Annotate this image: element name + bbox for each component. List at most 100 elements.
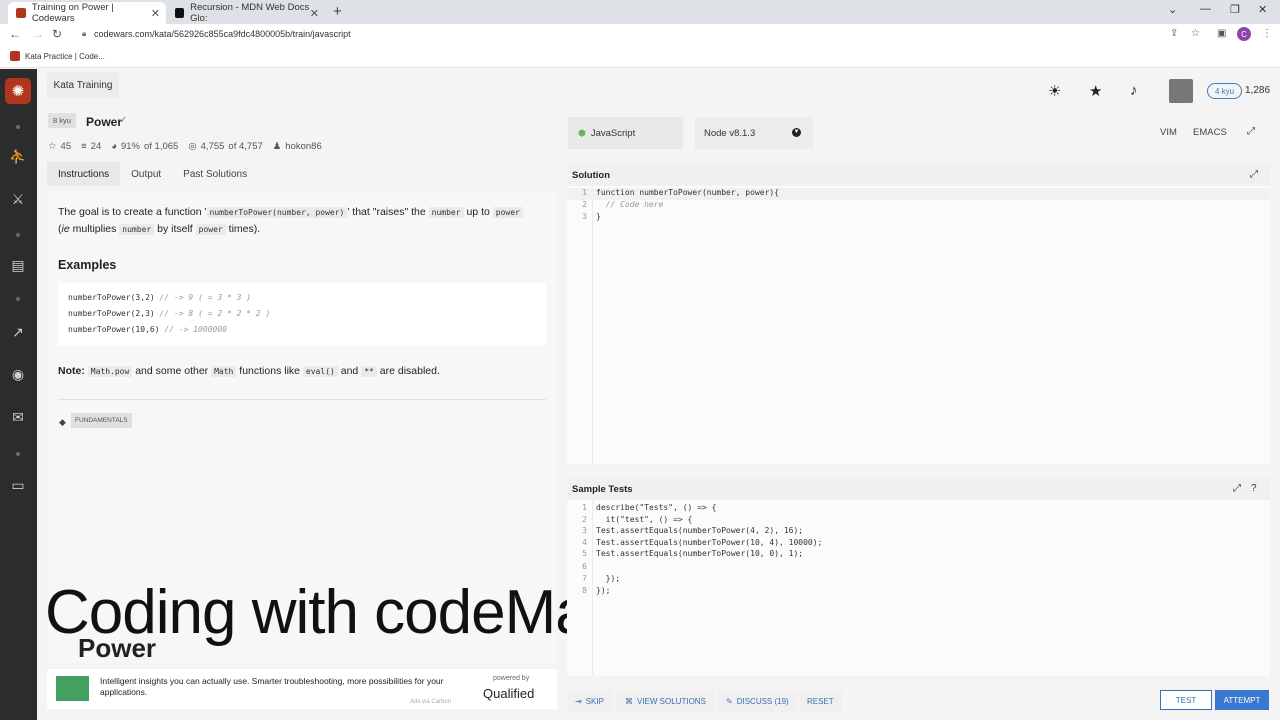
view-solutions-label: VIEW SOLUTIONS (637, 696, 706, 706)
carbon-ad[interactable]: Intelligent insights you can actually us… (47, 669, 557, 709)
collections-count: 24 (90, 141, 102, 152)
briefcase-icon[interactable]: ▤ (8, 255, 28, 275)
url-field[interactable]: codewars.com/kata/562926c855ca9fdc480000… (94, 29, 351, 39)
code-line[interactable]: 8}); (567, 586, 1270, 598)
inline-code: numberToPower(number, power) (206, 207, 348, 218)
code-line[interactable]: 4 Test.assertEquals(numberToPower(10, 4),… (567, 538, 1270, 550)
theme-sun-icon[interactable]: ☀ (1048, 82, 1061, 100)
tab-output[interactable]: Output (120, 162, 172, 186)
expand-icon[interactable]: ⤢ (1233, 483, 1241, 494)
codewars-favicon-icon (16, 8, 26, 18)
code-line[interactable]: 2 // Code here (567, 200, 1270, 212)
reset-label: RESET (807, 696, 834, 706)
practice-icon[interactable]: ⚔ (8, 189, 28, 209)
discuss-button[interactable]: ✎ DISCUSS (19) (718, 690, 797, 712)
code-line[interactable]: 1 function numberToPower(number, power){ (567, 188, 1270, 200)
line-number: 7 (582, 574, 587, 583)
note-line: Note: Math.pow and some other Math funct… (58, 363, 440, 380)
reset-button[interactable]: RESET (799, 690, 842, 712)
back-icon[interactable]: ← (9, 27, 21, 41)
discord-icon[interactable]: ◉ (8, 364, 28, 384)
solution-header: Solution (567, 164, 1270, 186)
language-select[interactable]: ⬢ JavaScript (568, 117, 683, 149)
tab-instructions[interactable]: Instructions (47, 162, 121, 186)
tag-fundamentals[interactable]: FUNDAMENTALS (71, 413, 132, 428)
tab-search-icon[interactable]: ⌄ (1168, 3, 1177, 16)
menu-kebab-icon[interactable]: ⋮ (1262, 28, 1272, 39)
training-icon[interactable]: ⛹ (8, 146, 28, 166)
line-number: 1 (582, 503, 587, 512)
user-avatar[interactable] (1169, 79, 1193, 103)
honor-count: 1,286 (1245, 85, 1271, 96)
example-code: numberToPower(3,2) (68, 293, 155, 302)
chevron-down-icon: ▼ (792, 128, 801, 137)
line-number: 2 (582, 200, 587, 209)
browser-tab-mdn[interactable]: Recursion - MDN Web Docs Glo: ✕ (167, 2, 325, 24)
satisfaction-stat: ◕ 91% of 1,065 (111, 141, 178, 152)
forward-icon[interactable]: → (32, 27, 44, 41)
bookmark-star-icon[interactable]: ☆ (1191, 28, 1200, 39)
close-window-icon[interactable]: ✕ (1258, 3, 1267, 16)
solution-title: Solution (572, 169, 610, 181)
help-icon[interactable]: ? (1251, 483, 1257, 494)
video-overlay-subtitle: Power (78, 633, 157, 663)
code-line[interactable]: 7 }); (567, 574, 1270, 586)
chat-icon[interactable]: ✉ (8, 407, 28, 427)
runtime-select[interactable]: Node v8.1.3 ▼ (695, 117, 813, 149)
stars-stat[interactable]: ☆ 45 (48, 141, 71, 152)
author-stat[interactable]: ♟ hokon86 (273, 141, 322, 152)
code-line[interactable]: 5 Test.assertEquals(numberToPower(10, 0),… (567, 549, 1270, 561)
star-icon: ☆ (48, 141, 57, 152)
completed-stat: ◎ 4,755 of 4,757 (188, 141, 262, 152)
browser-tab-bar: Training on Power | Codewars ✕ Recursion… (0, 0, 1280, 24)
browser-tab-codewars[interactable]: Training on Power | Codewars ✕ (8, 2, 166, 24)
restore-icon[interactable]: ❐ (1230, 3, 1240, 16)
code-line[interactable]: 1 describe("Tests", () => { (567, 503, 1270, 515)
profile-avatar[interactable]: C (1237, 27, 1251, 41)
bookmark-kata-practice[interactable]: Kata Practice | Code... (10, 51, 105, 61)
close-tab-icon[interactable]: ✕ (310, 7, 319, 20)
code-line[interactable]: 3 Test.assertEquals(numberToPower(4, 2), … (567, 526, 1270, 538)
attempt-button[interactable]: ATTEMPT (1215, 690, 1269, 710)
code-line[interactable]: 2 it("test", () => { (567, 515, 1270, 527)
test-button[interactable]: TEST (1160, 690, 1212, 710)
mdn-favicon-icon (175, 8, 185, 18)
view-solutions-button[interactable]: ⌘ VIEW SOLUTIONS (617, 690, 714, 712)
expand-icon[interactable]: ⤢ (1250, 169, 1258, 180)
emacs-mode-button[interactable]: EMACS (1193, 127, 1227, 138)
tab-title: Training on Power | Codewars (31, 2, 114, 24)
bookmark-label: Kata Practice | Code... (25, 51, 105, 61)
qualified-logo: Qualified (483, 686, 535, 701)
skip-button[interactable]: ⇥ SKIP (567, 690, 612, 712)
tab-past-solutions[interactable]: Past Solutions (172, 162, 258, 186)
completed-value: 4,755 (200, 141, 225, 152)
code-line[interactable]: 6 (567, 562, 1270, 574)
rank-badge[interactable]: 4 kyu (1207, 83, 1243, 99)
notifications-bell-icon[interactable]: ♪ (1130, 82, 1138, 99)
bookmarks-icon[interactable]: ★ (1089, 82, 1102, 100)
ad-text: Intelligent insights you can actually us… (100, 676, 444, 697)
reload-icon[interactable]: ↻ (52, 27, 62, 41)
minimize-icon[interactable]: — (1200, 3, 1211, 15)
desc-text: and (340, 365, 359, 377)
docs-book-icon[interactable]: ▭ (8, 475, 28, 495)
vim-mode-button[interactable]: VIM (1160, 127, 1177, 138)
kata-stats: ☆ 45 ≡ 24 ◕ 91% of 1,065 ◎ 4,755 of 4,757 ♟ hok… (48, 141, 322, 152)
line-number: 2 (582, 515, 587, 524)
address-bar: ← → ↻ 🔒︎ codewars.com/kata/562926c855ca9… (0, 24, 1280, 46)
close-tab-icon[interactable]: ✕ (151, 7, 160, 20)
code-line[interactable]: 3} (567, 212, 1270, 224)
description-line-2: (ie multiplies number by itself power ti… (58, 221, 260, 238)
code-text: Test.assertEquals(numberToPower(10, 4), … (596, 538, 823, 547)
inline-code: Math.pow (87, 366, 133, 377)
example-code: numberToPower(10,6) (68, 325, 160, 334)
collections-stat[interactable]: ≡ 24 (81, 141, 101, 152)
tab-title: Recursion - MDN Web Docs Glo: (190, 2, 310, 24)
action-bar: ⇥ SKIP ⌘ VIEW SOLUTIONS ✎ DISCUSS (19) RESE… (567, 690, 1270, 712)
line-number: 6 (582, 562, 587, 571)
new-tab-icon[interactable]: + (333, 3, 342, 20)
sidepanel-icon[interactable]: ▣ (1217, 28, 1226, 39)
share-icon[interactable]: ⇪ (1170, 28, 1178, 39)
fullscreen-icon[interactable]: ⤢ (1247, 126, 1255, 137)
leaderboard-icon[interactable]: ↗ (8, 322, 28, 342)
